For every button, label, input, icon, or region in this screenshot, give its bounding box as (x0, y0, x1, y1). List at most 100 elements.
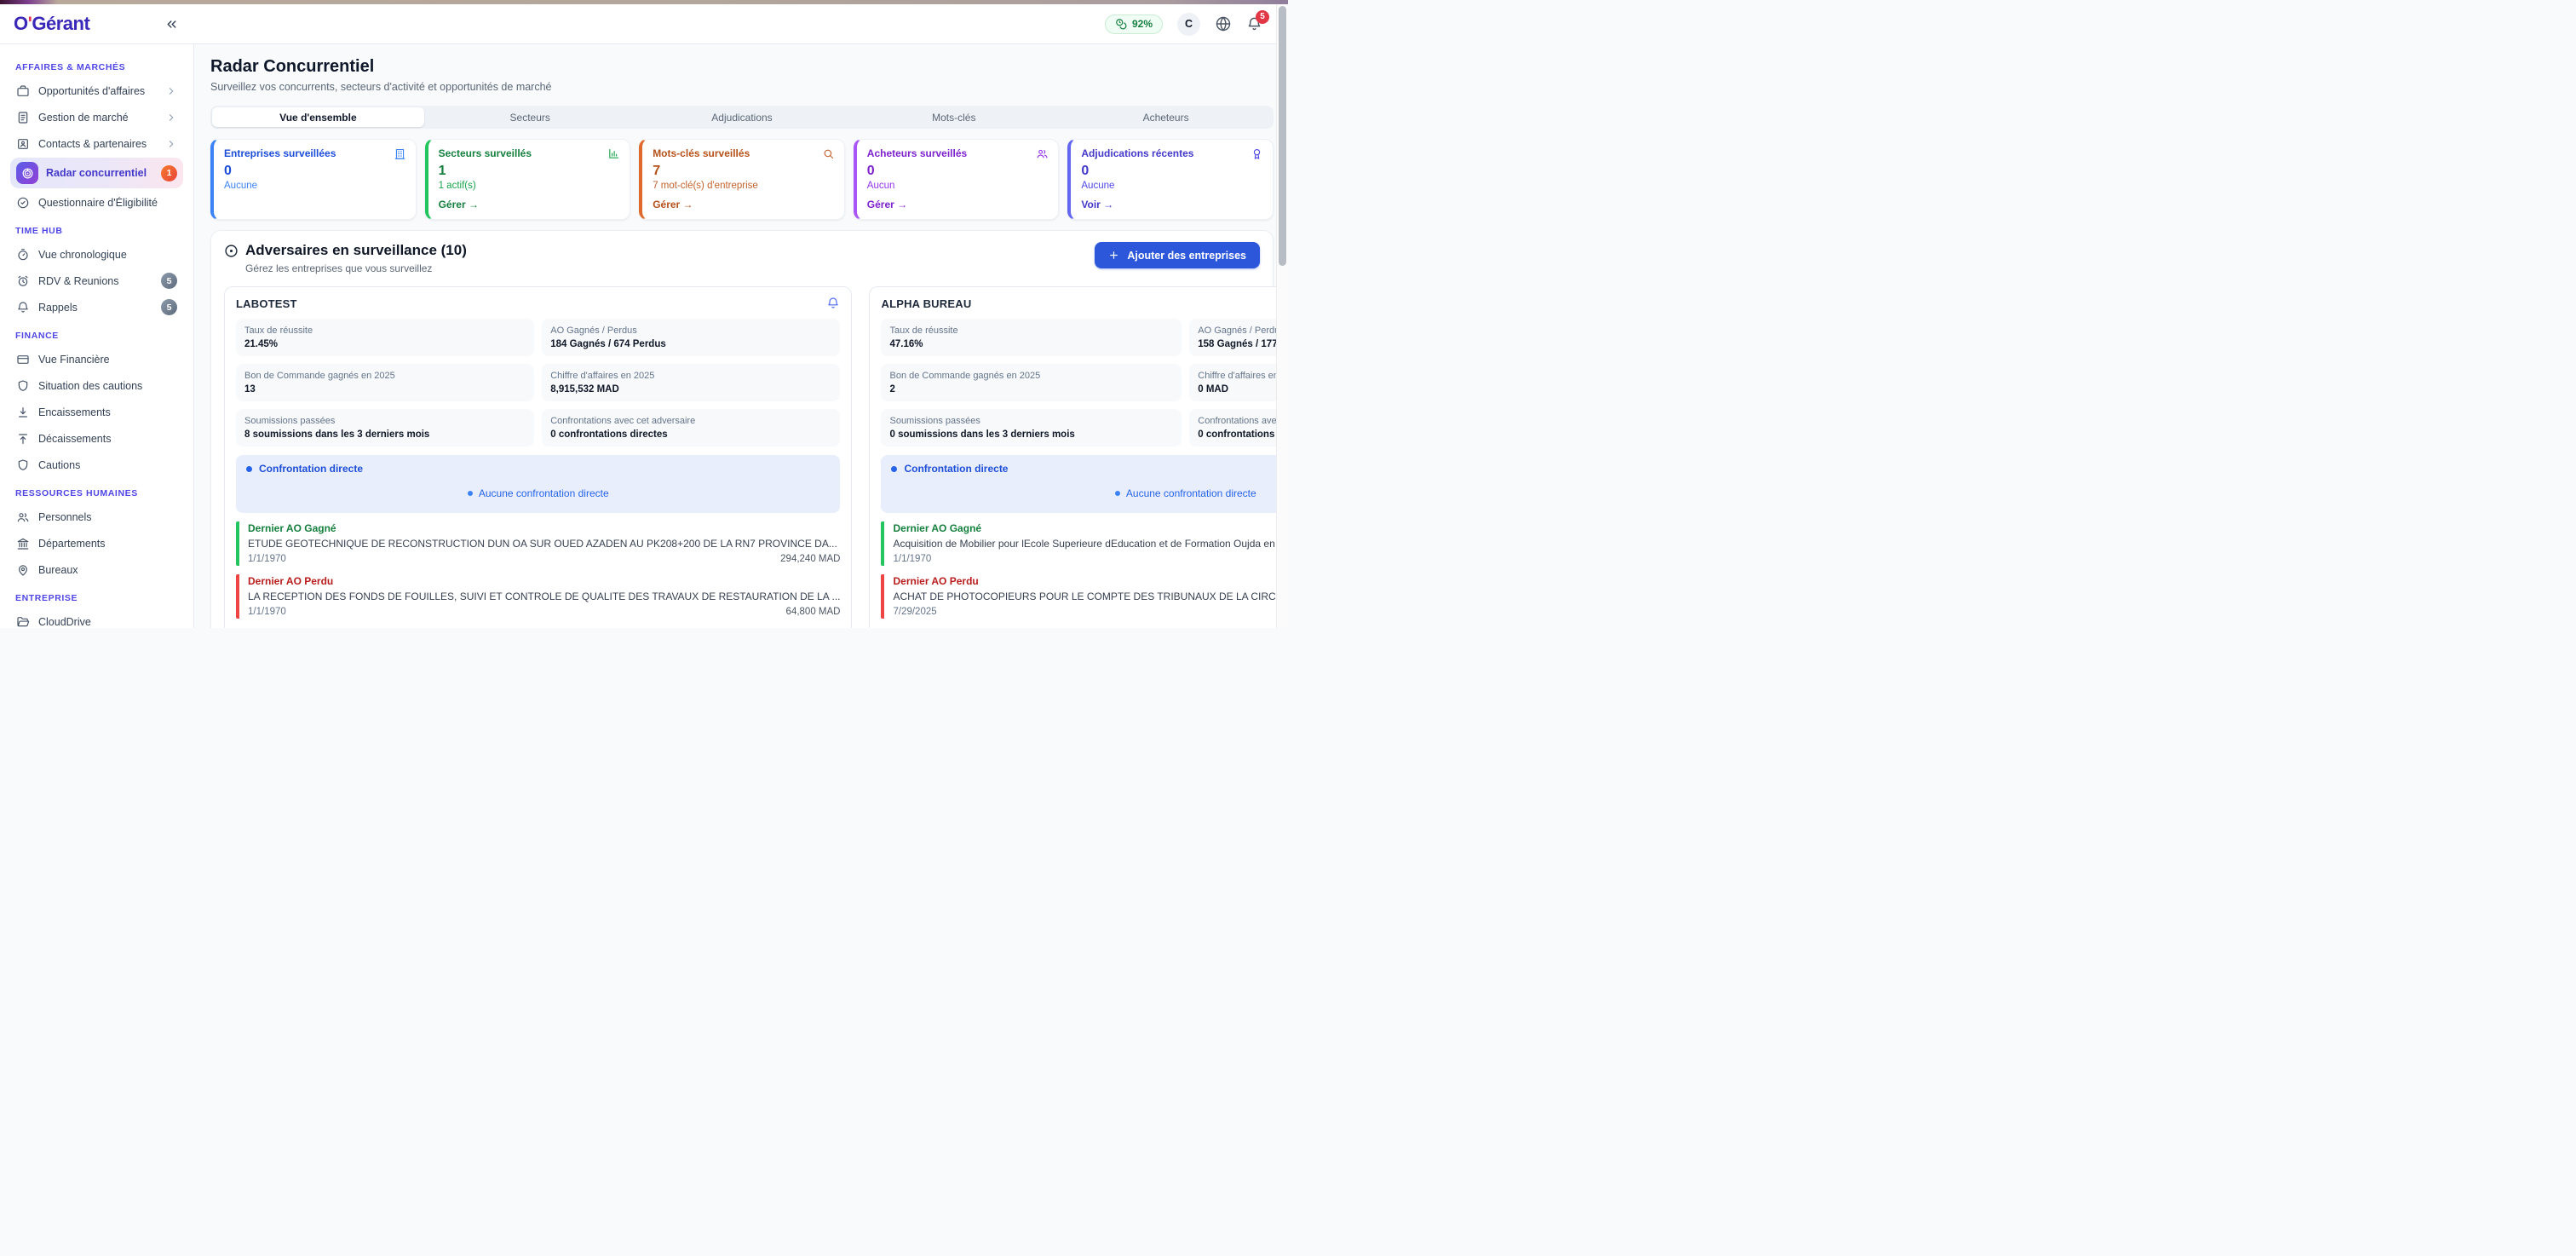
chevron-right-icon (165, 85, 177, 97)
company-stat-label: Bon de Commande gagnés en 2025 (889, 371, 1173, 381)
last-lost-tender: Dernier AO PerduACHAT DE PHOTOCOPIEURS P… (881, 574, 1288, 619)
sidebar-item-label: RDV & Reunions (38, 275, 161, 287)
folder-icon (16, 615, 30, 629)
lost-description: ACHAT DE PHOTOCOPIEURS POUR LE COMPTE DE… (893, 591, 1288, 602)
tab-mots-cles[interactable]: Mots-clés (848, 107, 1060, 127)
tab-vue-d-ensemble[interactable]: Vue d'ensemble (212, 107, 424, 127)
sidebar-item-cautions[interactable]: Cautions (10, 452, 183, 477)
sidebar-item-personnels[interactable]: Personnels (10, 504, 183, 529)
tab-acheteurs[interactable]: Acheteurs (1060, 107, 1272, 127)
company-stat-tile: Taux de réussite 47.16% (881, 319, 1182, 356)
direct-confrontation-box: Confrontation directeAucune confrontatio… (236, 455, 840, 513)
company-stat-label: Soumissions passées (244, 416, 526, 426)
company-stat-tile: Bon de Commande gagnés en 2025 2 (881, 364, 1182, 401)
sidebar-item-situation-des-cautions[interactable]: Situation des cautions (10, 373, 183, 398)
watchlist-section: Adversaires en surveillance (10) Gérez l… (210, 230, 1274, 628)
stat-card-manage-link[interactable]: Gérer → (653, 199, 835, 210)
stat-card-title: Mots-clés surveillés (653, 147, 750, 159)
company-stat-label: AO Gagnés / Perdus (1198, 326, 1288, 336)
company-stat-label: Chiffre d'affaires en 2025 (550, 371, 831, 381)
users-icon (1036, 147, 1049, 160)
users-icon (16, 510, 30, 524)
nav-section-label: FINANCE (15, 331, 180, 341)
sidebar-item-rdv-reunions[interactable]: RDV & Reunions5 (10, 268, 183, 293)
sidebar-item-label: Questionnaire d'Éligibilité (38, 197, 177, 209)
sidebar-item-label: Contacts & partenaires (38, 138, 165, 150)
globe-icon[interactable] (1215, 15, 1232, 32)
sidebar-item-radar-concurrentiel[interactable]: Radar concurrentiel1 (10, 158, 183, 188)
lost-date: 7/29/2025 (893, 607, 936, 617)
company-stat-value: 0 MAD (1198, 384, 1288, 395)
company-stat-label: Taux de réussite (244, 326, 526, 336)
stat-card-manage-link[interactable]: Gérer → (867, 199, 1049, 210)
nav-section-label: ENTREPRISE (15, 593, 180, 603)
stat-card-entreprises-surveillees: Entreprises surveillées0Aucune (210, 139, 417, 220)
sidebar-item-badge: 1 (161, 165, 177, 181)
page-subtitle: Surveillez vos concurrents, secteurs d'a… (210, 81, 1274, 93)
stat-card-title: Entreprises surveillées (224, 147, 336, 159)
confrontation-label: Confrontation directe (904, 463, 1008, 475)
sidebar-item-badge: 5 (161, 273, 177, 289)
company-stat-value: 47.16% (889, 339, 1173, 349)
stat-card-value: 0 (867, 164, 1049, 179)
company-stat-label: Confrontations avec cet adversaire (1198, 416, 1288, 426)
sidebar-item-vue-financiere[interactable]: Vue Financière (10, 347, 183, 372)
sidebar-item-label: Décaissements (38, 433, 177, 445)
company-stat-tile: AO Gagnés / Perdus184 Gagnés / 674 Perdu… (542, 319, 840, 356)
stat-card-manage-link[interactable]: Voir → (1081, 199, 1263, 210)
nav-section-label: RESSOURCES HUMAINES (15, 488, 180, 498)
company-stat-tile: Confrontations avec cet adversaire0 conf… (1189, 409, 1288, 447)
sidebar-item-departements[interactable]: Départements (10, 531, 183, 556)
credit-status-pill[interactable]: 92% (1105, 14, 1163, 34)
main-content: Radar Concurrentiel Surveillez vos concu… (194, 44, 1288, 628)
stat-cards-row: Entreprises surveillées0Aucune Secteurs s… (210, 139, 1274, 220)
tab-adjudications[interactable]: Adjudications (636, 107, 848, 127)
company-stat-tile: AO Gagnés / Perdus158 Gagnés / 177 Perdu… (1189, 319, 1288, 356)
sidebar-item-bureaux[interactable]: Bureaux (10, 557, 183, 582)
plus-icon (1108, 250, 1119, 261)
company-card-alpha-bureau: ALPHA BUREAUTaux de réussite47.16%AO Gag… (869, 286, 1288, 628)
stat-card-adjudications-recentes: Adjudications récentes0AucuneVoir → (1067, 139, 1274, 220)
briefcase-icon (16, 84, 30, 98)
sidebar-item-vue-chronologique[interactable]: Vue chronologique (10, 242, 183, 267)
stat-card-manage-link[interactable]: Gérer → (439, 199, 621, 210)
company-stat-label: Taux de réussite (889, 326, 1173, 336)
sidebar-item-label: Personnels (38, 511, 177, 523)
sidebar-item-label: CloudDrive (38, 616, 177, 628)
contact-icon (16, 137, 30, 151)
sidebar-item-rappels[interactable]: Rappels5 (10, 295, 183, 320)
scrollbar-thumb[interactable] (1279, 6, 1286, 266)
sidebar-collapse-icon[interactable] (164, 17, 179, 32)
companies-grid: LABOTESTTaux de réussite21.45%AO Gagnés … (224, 286, 1260, 628)
stat-card-subtitle: 7 mot-clé(s) d'entreprise (653, 181, 835, 191)
company-name: LABOTEST (236, 297, 297, 310)
stat-card-title: Secteurs surveillés (439, 147, 532, 159)
lost-description: LA RECEPTION DES FONDS DE FOUILLES, SUIV… (248, 591, 840, 602)
company-stat-value: 2 (889, 384, 1173, 395)
add-companies-button[interactable]: Ajouter des entreprises (1095, 242, 1260, 268)
sidebar-item-gestion-de-marche[interactable]: Gestion de marché (10, 105, 183, 130)
user-avatar[interactable]: C (1177, 13, 1200, 36)
building-icon (394, 147, 406, 160)
stat-card-title: Adjudications récentes (1081, 147, 1193, 159)
notifications-bell-icon[interactable]: 5 (1246, 16, 1262, 32)
blue-dot-icon (468, 491, 473, 496)
sidebar-item-label: Bureaux (38, 564, 177, 576)
won-date: 1/1/1970 (248, 554, 286, 564)
company-alert-bell-icon[interactable] (826, 297, 840, 310)
sidebar-item-clouddrive[interactable]: CloudDrive (10, 609, 183, 628)
nav-section-label: AFFAIRES & MARCHÉS (15, 62, 180, 72)
sidebar-item-questionnaire-d-eligibilite[interactable]: Questionnaire d'Éligibilité (10, 190, 183, 215)
sidebar-item-decaissements[interactable]: Décaissements (10, 426, 183, 451)
tab-secteurs[interactable]: Secteurs (424, 107, 636, 127)
sidebar-item-opportunites-d-affaires[interactable]: Opportunités d'affaires (10, 78, 183, 103)
sidebar-item-contacts-partenaires[interactable]: Contacts & partenaires (10, 131, 183, 156)
confrontation-empty-text: Aucune confrontation directe (1126, 487, 1256, 499)
badge-check-icon (16, 196, 30, 210)
sidebar-item-label: Radar concurrentiel (46, 167, 161, 179)
company-stat-tile: Confrontations avec cet adversaire0 conf… (542, 409, 840, 447)
sidebar-item-encaissements[interactable]: Encaissements (10, 400, 183, 424)
alarm-icon (16, 274, 30, 288)
blue-dot-icon (1115, 491, 1120, 496)
sidebar-item-badge: 5 (161, 299, 177, 315)
